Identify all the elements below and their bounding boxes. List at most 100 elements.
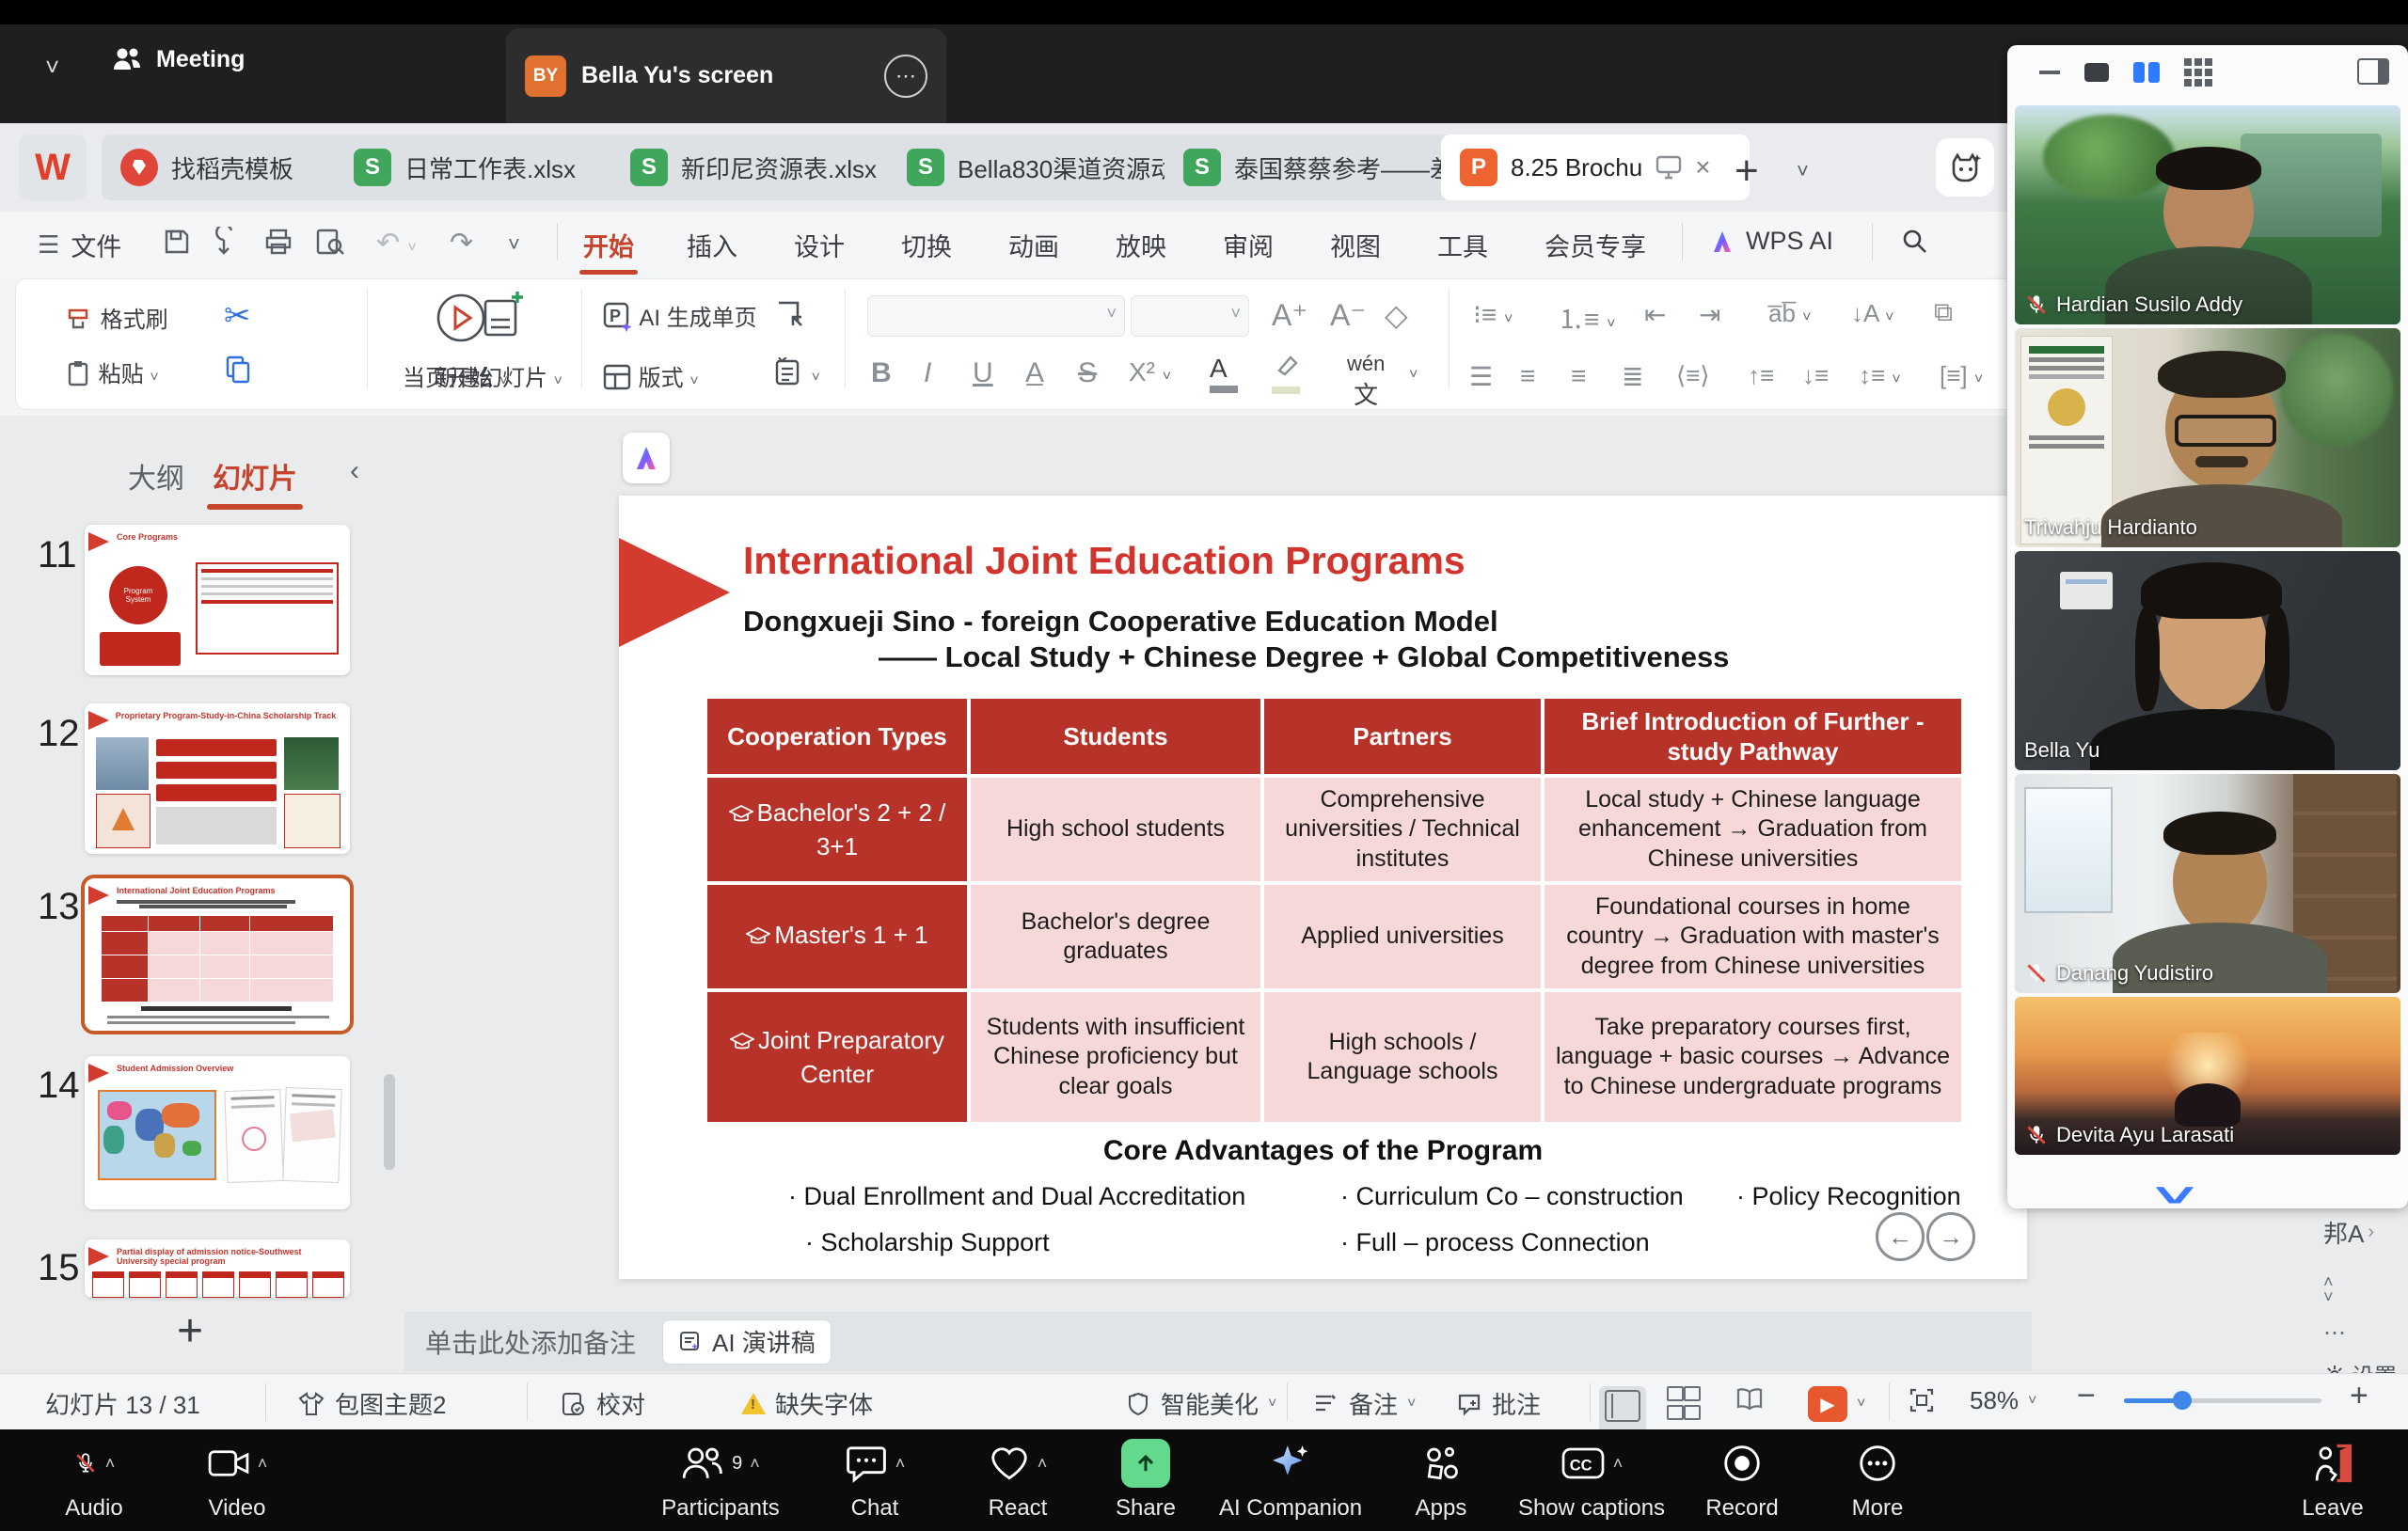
menu-tab-design[interactable]: 设计: [794, 227, 845, 263]
align-center-icon[interactable]: ≡: [1520, 361, 1535, 391]
normal-view-button[interactable]: [1599, 1386, 1646, 1432]
char-border-button[interactable]: A̲: [1025, 357, 1044, 389]
speaker-view-icon[interactable]: [2084, 63, 2109, 82]
ai-generate-page-button[interactable]: P AI 生成单页: [602, 299, 757, 333]
print-button[interactable]: [263, 227, 293, 263]
slideshow-play-button[interactable]: ▶˅: [1808, 1386, 1865, 1422]
menu-tab-home[interactable]: 开始: [583, 227, 634, 263]
cut-button[interactable]: ✂: [224, 297, 251, 335]
font-name-select[interactable]: [867, 295, 1125, 337]
next-slide-arrow-icon[interactable]: →: [1926, 1212, 1975, 1261]
zoom-slider[interactable]: [2124, 1398, 2321, 1403]
copy-button[interactable]: [224, 354, 252, 390]
doc-tab-3[interactable]: S Bella830渠道资源动: [888, 134, 1189, 200]
print-preview-button[interactable]: [314, 227, 346, 263]
redo-button[interactable]: ↷: [450, 227, 473, 260]
collapse-videos-chevron-icon[interactable]: ˅: [2154, 1178, 2195, 1215]
wps-logo[interactable]: W: [19, 134, 87, 200]
reading-view-button[interactable]: [1735, 1386, 1765, 1413]
tab-bella-yu-screen[interactable]: BY Bella Yu's screen ⋯: [506, 28, 946, 123]
close-tab-icon[interactable]: ×: [1695, 152, 1710, 182]
slide-canvas[interactable]: International Joint Education Programs D…: [619, 496, 2027, 1279]
minimize-panel-icon[interactable]: [2039, 71, 2060, 74]
paragraph-layout-button[interactable]: [≡] ˅: [1940, 361, 1983, 390]
tab-meeting[interactable]: Meeting: [111, 45, 245, 73]
save-button[interactable]: [162, 227, 192, 263]
paste-button[interactable]: 粘贴 ˅: [66, 355, 159, 388]
slide-thumbnail-13-selected[interactable]: International Joint Education Programs: [85, 878, 350, 1031]
new-slide-button[interactable]: 新建幻灯片 ˅: [435, 359, 562, 392]
menu-tab-tools[interactable]: 工具: [1437, 227, 1488, 263]
new-document-tab-button[interactable]: +: [1735, 148, 1759, 195]
quick-access-chevron-icon[interactable]: ˅: [508, 232, 520, 257]
notes-placeholder[interactable]: 单击此处添加备注: [425, 1323, 636, 1361]
panel-scrollbar[interactable]: [384, 1074, 395, 1170]
gallery-view-icon[interactable]: [2133, 62, 2160, 83]
decrease-line-spacing-icon[interactable]: ↓≡: [1802, 361, 1829, 390]
decrease-font-icon[interactable]: A⁻: [1330, 297, 1366, 333]
superscript-button[interactable]: X² ˅: [1129, 357, 1171, 387]
increase-line-spacing-icon[interactable]: ↑≡: [1748, 361, 1774, 390]
video-tile-danang[interactable]: Danang Yudistiro: [2015, 774, 2400, 993]
menu-tab-slideshow[interactable]: 放映: [1116, 227, 1166, 263]
video-button[interactable]: ˄ Video: [143, 1439, 331, 1522]
notes-button[interactable]: 备注˅: [1313, 1386, 1416, 1421]
convert-smartart-icon[interactable]: ⧉: [1934, 297, 1953, 328]
doc-tab-docer[interactable]: 找稻壳模板: [102, 134, 361, 200]
scroll-up-down-icons[interactable]: ˄˅: [2323, 1274, 2397, 1304]
menu-tab-member[interactable]: 会员专享: [1545, 227, 1646, 263]
video-tile-triwahju[interactable]: Triwahju Hardianto: [2015, 328, 2400, 547]
menu-tab-transition[interactable]: 切换: [901, 227, 952, 263]
previous-slide-arrow-icon[interactable]: ←: [1876, 1212, 1925, 1261]
panel-layout-icon[interactable]: [2357, 58, 2389, 85]
layout-button[interactable]: 版式 ˅: [602, 359, 699, 392]
underline-button[interactable]: U: [973, 357, 993, 389]
participants-chevron-icon[interactable]: ˄: [750, 1454, 760, 1474]
align-left-icon[interactable]: ☰: [1469, 361, 1493, 392]
doc-tab-4[interactable]: S 泰国蔡蔡参考——差: [1164, 134, 1465, 200]
strikethrough-button[interactable]: S: [1078, 357, 1097, 389]
menu-tab-view[interactable]: 视图: [1330, 227, 1381, 263]
menu-tab-insert[interactable]: 插入: [687, 227, 737, 263]
slide-sorter-view-button[interactable]: [1667, 1386, 1697, 1420]
grid-view-icon[interactable]: [2184, 58, 2212, 87]
new-slide-icon[interactable]: [478, 292, 525, 347]
doc-tab-2[interactable]: S 新印尼资源表.xlsx: [611, 134, 912, 200]
menu-tab-review[interactable]: 审阅: [1223, 227, 1274, 263]
more-options-icon[interactable]: ⋯: [2323, 1319, 2397, 1347]
collapse-panel-icon[interactable]: ‹: [350, 455, 359, 487]
proofread-button[interactable]: 校对: [561, 1386, 645, 1421]
file-menu[interactable]: ☰ 文件: [38, 227, 121, 263]
increase-font-icon[interactable]: A⁺: [1272, 297, 1307, 333]
video-options-chevron-icon[interactable]: ˄: [258, 1454, 268, 1474]
tab-list-chevron-icon[interactable]: ˅: [1797, 159, 1809, 183]
captions-chevron-icon[interactable]: ˄: [1613, 1454, 1624, 1474]
numbered-list-button[interactable]: ⒈≡ ˅: [1558, 299, 1615, 337]
slide-thumbnail-15[interactable]: Partial display of admission notice-Sout…: [85, 1239, 350, 1298]
zoom-level-value[interactable]: 58%˅: [1970, 1386, 2036, 1415]
tab-options-icon[interactable]: ⋯: [884, 55, 927, 98]
wps-ai-assistant-icon[interactable]: [1936, 138, 1994, 197]
add-slide-button[interactable]: +: [177, 1305, 203, 1357]
theme-button[interactable]: 包图主题2: [297, 1386, 446, 1421]
zoom-slider-track[interactable]: [2124, 1398, 2321, 1403]
clear-format-icon[interactable]: ◇: [1385, 297, 1408, 333]
missing-font-warning[interactable]: 缺失字体: [741, 1386, 873, 1421]
bold-button[interactable]: B: [871, 357, 892, 389]
align-right-icon[interactable]: ≡: [1571, 361, 1586, 391]
wps-ai-floating-button[interactable]: [623, 433, 670, 483]
chat-chevron-icon[interactable]: ˄: [895, 1454, 906, 1474]
comments-button[interactable]: 批注: [1456, 1386, 1541, 1421]
fit-slide-button[interactable]: [1908, 1386, 1936, 1414]
collapse-meeting-chevron-icon[interactable]: ˅: [45, 53, 59, 82]
wps-ai-button[interactable]: WPS AI: [1708, 227, 1833, 256]
slide-thumbnail-12[interactable]: Proprietary Program-Study-in-China Schol…: [85, 703, 350, 854]
bullet-list-button[interactable]: ⁝≡ ˅: [1473, 299, 1513, 330]
doc-tab-active-presentation[interactable]: P 8.25 Brochu ×: [1441, 134, 1750, 200]
slide-thumbnail-11[interactable]: Core Programs ProgramSystem: [85, 525, 350, 675]
format-painter-button[interactable]: 格式刷: [66, 301, 168, 334]
line-spacing-button[interactable]: ↕≡ ˅: [1859, 361, 1901, 390]
doc-tab-1[interactable]: S 日常工作表.xlsx: [335, 134, 636, 200]
zoom-slider-thumb[interactable]: [2173, 1391, 2192, 1410]
text-tools-button[interactable]: a̅b̅ ˅: [1768, 299, 1812, 328]
